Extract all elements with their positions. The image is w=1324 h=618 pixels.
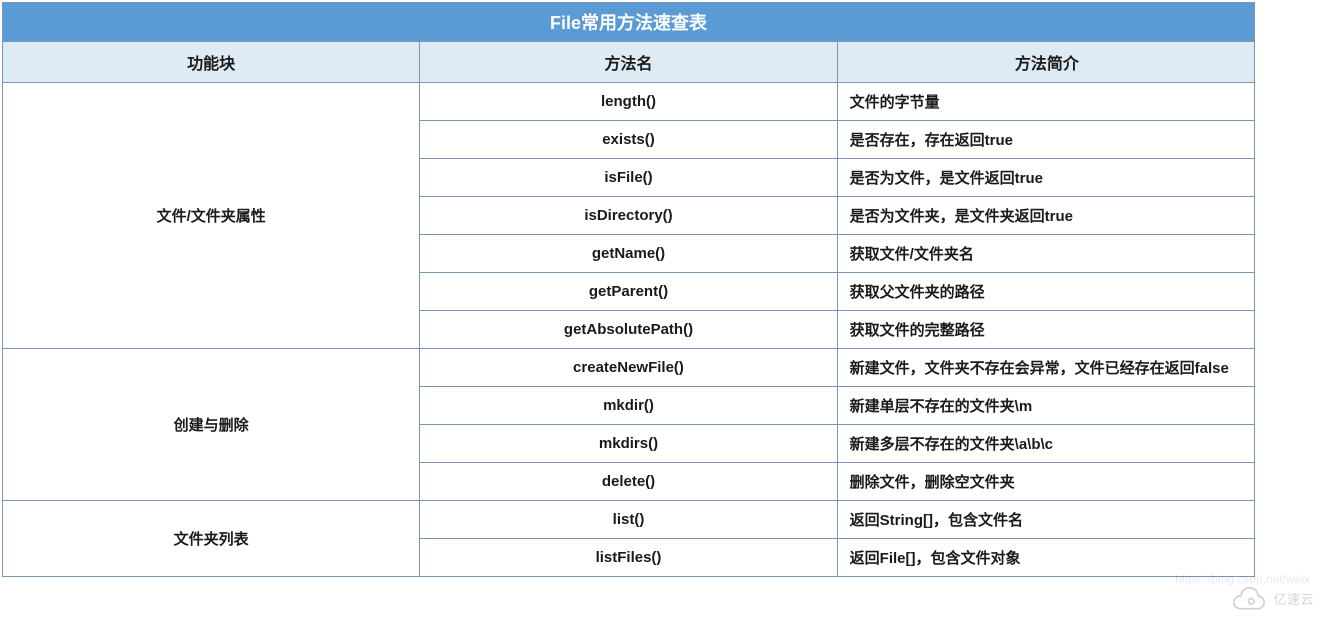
desc-cell: 新建多层不存在的文件夹\a\b\c xyxy=(837,425,1254,463)
blog-watermark: https://blog.csdn.net/weix xyxy=(1175,572,1310,586)
reference-table: File常用方法速查表 功能块 方法名 方法简介 文件/文件夹属性length(… xyxy=(2,2,1255,577)
table-row: 创建与删除createNewFile()新建文件，文件夹不存在会异常，文件已经存… xyxy=(3,349,1255,387)
desc-cell: 新建单层不存在的文件夹\m xyxy=(837,387,1254,425)
header-col1: 功能块 xyxy=(3,42,420,83)
desc-cell: 获取文件的完整路径 xyxy=(837,311,1254,349)
header-col2: 方法名 xyxy=(420,42,837,83)
desc-cell: 获取文件/文件夹名 xyxy=(837,235,1254,273)
method-cell: getParent() xyxy=(420,273,837,311)
header-row: 功能块 方法名 方法简介 xyxy=(3,42,1255,83)
desc-cell: 文件的字节量 xyxy=(837,83,1254,121)
method-cell: mkdirs() xyxy=(420,425,837,463)
group-cell: 创建与删除 xyxy=(3,349,420,501)
desc-cell: 是否为文件夹，是文件夹返回true xyxy=(837,197,1254,235)
desc-cell: 是否存在，存在返回true xyxy=(837,121,1254,159)
table-title: File常用方法速查表 xyxy=(3,3,1255,42)
desc-cell: 返回File[]，包含文件对象 xyxy=(837,539,1254,577)
title-row: File常用方法速查表 xyxy=(3,3,1255,42)
desc-cell: 返回String[]，包含文件名 xyxy=(837,501,1254,539)
table-row: 文件/文件夹属性length()文件的字节量 xyxy=(3,83,1255,121)
method-cell: list() xyxy=(420,501,837,539)
method-cell: getAbsolutePath() xyxy=(420,311,837,349)
desc-cell: 是否为文件，是文件返回true xyxy=(837,159,1254,197)
watermark-text: 亿速云 xyxy=(1273,589,1314,608)
header-col3: 方法简介 xyxy=(837,42,1254,83)
cloud-icon xyxy=(1231,586,1267,610)
desc-cell: 删除文件，删除空文件夹 xyxy=(837,463,1254,501)
watermark: 亿速云 xyxy=(1231,586,1314,610)
method-cell: delete() xyxy=(420,463,837,501)
group-cell: 文件/文件夹属性 xyxy=(3,83,420,349)
method-cell: length() xyxy=(420,83,837,121)
method-cell: exists() xyxy=(420,121,837,159)
method-cell: listFiles() xyxy=(420,539,837,577)
method-cell: isDirectory() xyxy=(420,197,837,235)
group-cell: 文件夹列表 xyxy=(3,501,420,577)
method-cell: mkdir() xyxy=(420,387,837,425)
table-row: 文件夹列表list()返回String[]，包含文件名 xyxy=(3,501,1255,539)
method-cell: getName() xyxy=(420,235,837,273)
desc-cell: 获取父文件夹的路径 xyxy=(837,273,1254,311)
method-cell: createNewFile() xyxy=(420,349,837,387)
desc-cell: 新建文件，文件夹不存在会异常，文件已经存在返回false xyxy=(837,349,1254,387)
method-cell: isFile() xyxy=(420,159,837,197)
